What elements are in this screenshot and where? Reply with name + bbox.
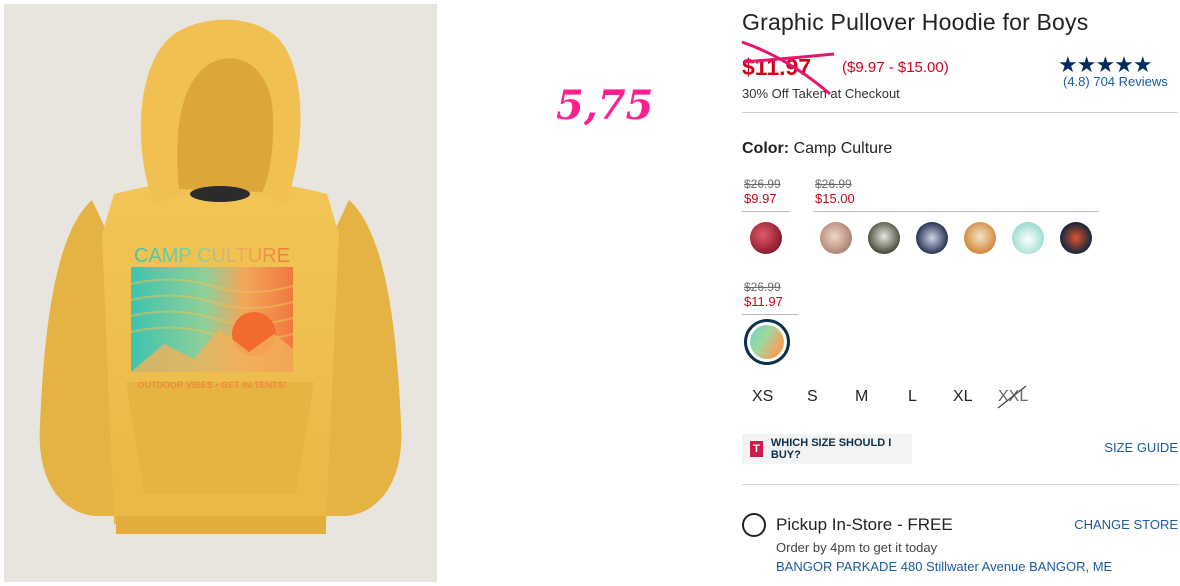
color-label-key: Color:: [742, 140, 790, 157]
price-old: $26.99: [744, 280, 781, 294]
size-xs[interactable]: XS: [752, 388, 773, 406]
which-size-button[interactable]: T WHICH SIZE SHOULD I BUY?: [742, 434, 912, 464]
print-tagline: OUTDOOR VIBES • GET IN-TENTS!: [137, 380, 286, 390]
price-group-underline: [742, 314, 798, 315]
price-group: $26.99 $9.97: [744, 177, 781, 207]
sale-price: $11.97: [742, 54, 812, 80]
print-headline: CAMP CULTURE: [134, 245, 290, 267]
price-new: $15.00: [815, 191, 855, 206]
change-store-link[interactable]: CHANGE STORE: [1074, 517, 1178, 532]
price-range: ($9.97 - $15.00): [842, 59, 949, 76]
product-image[interactable]: CAMP CULTURE OUTDOOR VIBES • GET IN-TENT…: [4, 4, 437, 582]
size-m[interactable]: M: [855, 388, 868, 406]
order-by-text: Order by 4pm to get it today: [776, 540, 938, 555]
rating-stars[interactable]: ★★★★★: [1058, 54, 1153, 76]
size-xxl[interactable]: XXL: [997, 385, 1028, 409]
price-new: $9.97: [744, 191, 777, 206]
color-swatch[interactable]: [820, 222, 852, 254]
overlay-annotation: 5,75: [556, 82, 654, 129]
true-fit-logo-icon: T: [750, 441, 763, 457]
price-group-underline: [742, 211, 790, 212]
price-group: $26.99 $11.97: [744, 280, 783, 310]
color-swatch[interactable]: [1012, 222, 1044, 254]
divider: [742, 484, 1178, 485]
color-swatch[interactable]: [964, 222, 996, 254]
price-group-underline: [813, 211, 1099, 212]
color-swatch[interactable]: [916, 222, 948, 254]
divider: [742, 112, 1178, 113]
reviews-link[interactable]: (4.8) 704 Reviews: [1063, 74, 1168, 89]
price-new: $11.97: [744, 294, 783, 309]
size-guide-link[interactable]: SIZE GUIDE: [1104, 440, 1178, 455]
unavailable-slash-icon: [997, 385, 1027, 409]
color-swatch[interactable]: [750, 222, 782, 254]
price-group: $26.99 $15.00: [815, 177, 855, 207]
size-l[interactable]: L: [908, 388, 917, 406]
color-swatch-selected[interactable]: [744, 319, 790, 365]
pickup-label[interactable]: Pickup In-Store - FREE: [776, 515, 953, 535]
price-old: $26.99: [744, 177, 781, 191]
price-old: $26.99: [815, 177, 852, 191]
swatch-camp-culture: [750, 325, 784, 359]
size-s[interactable]: S: [807, 388, 818, 406]
size-xl[interactable]: XL: [953, 388, 973, 406]
color-label: Color: Camp Culture: [742, 140, 892, 158]
color-value: Camp Culture: [793, 140, 893, 157]
which-size-label: WHICH SIZE SHOULD I BUY?: [770, 437, 892, 461]
pickup-radio[interactable]: [742, 513, 766, 537]
color-swatch[interactable]: [868, 222, 900, 254]
promo-text: 30% Off Taken at Checkout: [742, 86, 900, 101]
store-address-link[interactable]: BANGOR PARKADE 480 Stillwater Avenue BAN…: [776, 559, 1112, 574]
color-swatch[interactable]: [1060, 222, 1092, 254]
product-title: Graphic Pullover Hoodie for Boys: [742, 9, 1089, 35]
